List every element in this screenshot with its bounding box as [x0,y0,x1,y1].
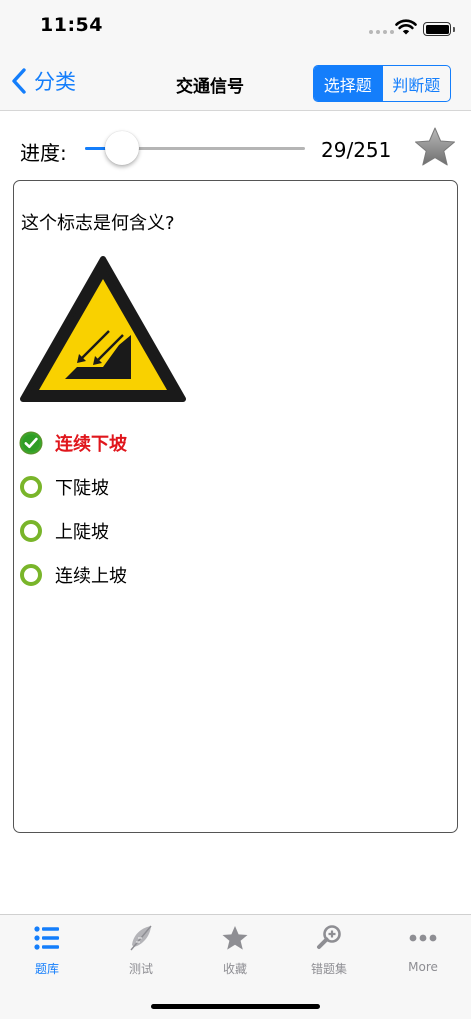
radio-ring-icon [20,564,42,586]
answer-option-label: 连续下坡 [55,434,127,455]
progress-count: 29/251 [321,138,392,162]
navigation-bar: 分类 交通信号 选择题 判断题 [0,50,471,111]
tab-label: 错题集 [310,962,347,976]
list-icon [34,926,59,950]
tab-label: 测试 [128,962,153,976]
radio-ring-icon [20,520,42,542]
tab-wrong-answers[interactable]: 错题集 [282,923,376,983]
progress-row: 进度: 29/251 [0,122,471,178]
answer-options: 连续下坡 下陡坡 上陡坡 连续上坡 [19,421,127,597]
tab-label: More [408,960,438,974]
continuous-downhill-warning-sign-icon [20,256,186,402]
tab-favorites[interactable]: 收藏 [188,923,282,983]
correct-check-icon [19,431,43,455]
cellular-signal-icon [369,30,394,34]
answer-option-label: 连续上坡 [55,566,127,587]
star-icon [222,926,248,950]
status-time: 11:54 [40,14,103,36]
radio-ring-icon [20,476,42,498]
chevron-left-icon [12,68,26,94]
back-button[interactable]: 分类 [10,65,76,97]
back-label: 分类 [34,70,76,94]
magnifier-plus-icon [317,925,341,949]
question-card: 这个标志是何含义? 连续下坡 下陡坡 上陡坡 连续上坡 [13,180,458,833]
tab-label: 收藏 [222,962,247,976]
progress-label: 进度: [20,141,67,165]
progress-slider-thumb[interactable] [105,131,140,165]
home-indicator [151,1004,320,1009]
tab-test[interactable]: 测试 [94,923,188,983]
answer-option-3[interactable]: 上陡坡 [19,509,127,553]
answer-option-4[interactable]: 连续上坡 [19,553,127,597]
wifi-icon [395,19,417,35]
answer-option-label: 上陡坡 [55,522,109,543]
answer-option-2[interactable]: 下陡坡 [19,465,127,509]
battery-icon [423,22,455,36]
status-bar: 11:54 [0,0,471,50]
question-type-segmented-control: 选择题 判断题 [313,65,451,102]
page-title: 交通信号 [176,77,244,97]
feather-icon [130,925,152,951]
tab-more[interactable]: More [376,923,470,983]
more-dots-icon [409,934,437,942]
tab-label: 题库 [34,962,59,976]
segment-multiple-choice[interactable]: 选择题 [314,66,382,101]
tab-question-bank[interactable]: 题库 [0,923,94,983]
segment-true-false[interactable]: 判断题 [381,66,451,101]
question-text: 这个标志是何含义? [21,213,175,234]
answer-option-label: 下陡坡 [55,478,109,499]
favorite-star-icon[interactable] [413,126,457,168]
answer-option-1[interactable]: 连续下坡 [19,421,127,465]
